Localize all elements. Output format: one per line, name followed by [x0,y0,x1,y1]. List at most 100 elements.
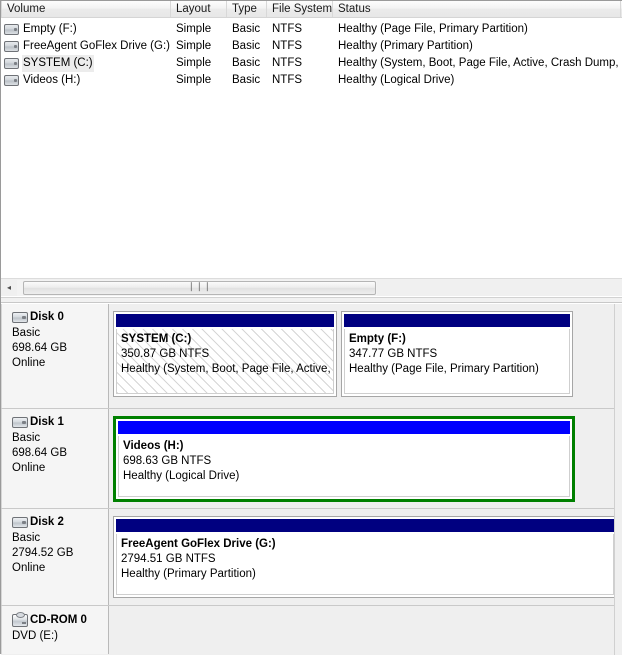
partition-details: Empty (F:) 347.77 GB NTFS Healthy (Page … [344,329,570,394]
partition-color-bar [116,519,614,532]
volume-label: SYSTEM (C:) [22,55,94,72]
layout-cell: Simple [176,40,212,52]
column-header-volume[interactable]: Volume [1,1,171,17]
partition-empty-f[interactable]: Empty (F:) 347.77 GB NTFS Healthy (Page … [341,311,573,397]
status-cell: Healthy (Page File, Primary Partition) [338,23,528,35]
table-row[interactable]: Videos (H:) Simple Basic NTFS Healthy (L… [1,72,622,89]
type-cell: Basic [232,74,261,86]
pane-splitter[interactable] [1,297,622,303]
disk-state: Online [12,357,46,369]
disk-capacity: 2794.52 GB [12,547,74,559]
disk-info-1[interactable]: Disk 1 Basic 698.64 GB Online [1,409,109,508]
type-cell: Basic [232,23,261,35]
disk-name: CD-ROM 0 [30,614,87,626]
disk-type: Basic [12,432,41,444]
disk-row-2[interactable]: Disk 2 Basic 2794.52 GB Online FreeAgent… [1,509,622,606]
disk-row-1[interactable]: Disk 1 Basic 698.64 GB Online Videos (H:… [1,409,622,509]
file-system-cell: NTFS [272,74,303,86]
disk-partitions-0: SYSTEM (C:) 350.87 GB NTFS Healthy (Syst… [109,304,622,408]
scrollbar-thumb[interactable]: ❘❘❘ [23,280,376,295]
partition-system-c[interactable]: SYSTEM (C:) 350.87 GB NTFS Healthy (Syst… [113,311,337,397]
partition-name: Videos (H:) [123,440,184,452]
volume-label: FreeAgent GoFlex Drive (G:) [23,40,170,52]
status-cell: Healthy (System, Boot, Page File, Active… [338,57,619,69]
disk-title-0: Disk 0 [12,311,108,324]
disk-icon [12,417,28,428]
volume-label: Videos (H:) [23,74,81,86]
partition-color-bar [344,314,570,327]
drive-icon [4,75,19,86]
column-header-status[interactable]: Status [333,1,621,17]
partition-status: Healthy (System, Boot, Page File, Active… [121,363,331,375]
volume-list-body: Empty (F:) Simple Basic NTFS Healthy (Pa… [1,18,622,89]
column-header-file-system[interactable]: File System [267,1,333,17]
table-row[interactable]: SYSTEM (C:) Simple Basic NTFS Healthy (S… [1,55,622,72]
extended-partition-container[interactable]: Videos (H:) 698.63 GB NTFS Healthy (Logi… [113,416,575,502]
graphical-view-right-gutter [614,304,622,655]
volume-label: Empty (F:) [23,23,77,35]
disk-capacity: 698.64 GB [12,447,67,459]
partition-size: 2794.51 GB NTFS [121,553,216,565]
drive-icon [4,58,19,69]
cdrom-icon [12,612,28,627]
column-header-type[interactable]: Type [227,1,267,17]
file-system-cell: NTFS [272,57,303,69]
column-header-layout[interactable]: Layout [171,1,227,17]
cdrom-drive-letter: DVD (E:) [12,630,58,642]
partition-size: 698.63 GB NTFS [123,455,212,467]
volume-list-pane: Volume Layout Type File System Status Em… [1,1,622,278]
graphical-view-pane: Disk 0 Basic 698.64 GB Online SYSTEM (C:… [1,304,622,655]
partition-details: FreeAgent GoFlex Drive (G:) 2794.51 GB N… [116,534,614,595]
scroll-left-arrow-icon[interactable]: ◂ [1,280,17,296]
drive-icon [4,41,19,52]
disk-title-1: Disk 1 [12,416,108,429]
layout-cell: Simple [176,23,212,35]
volume-list-horizontal-scrollbar[interactable]: ◂ ❘❘❘ [1,278,622,296]
disk-title-cdrom: CD-ROM 0 [12,612,108,627]
disk-info-cdrom[interactable]: CD-ROM 0 DVD (E:) [1,606,109,654]
volume-cell: SYSTEM (C:) [1,55,171,72]
partition-details: Videos (H:) 698.63 GB NTFS Healthy (Logi… [118,436,570,497]
partition-name: Empty (F:) [349,333,406,345]
disk-row-cdrom[interactable]: CD-ROM 0 DVD (E:) [1,606,622,654]
disk-partitions-cdrom [109,606,622,654]
table-row[interactable]: FreeAgent GoFlex Drive (G:) Simple Basic… [1,38,622,55]
disk-info-2[interactable]: Disk 2 Basic 2794.52 GB Online [1,509,109,605]
scrollbar-track[interactable]: ❘❘❘ [17,279,377,296]
type-cell: Basic [232,57,261,69]
disk-partitions-2: FreeAgent GoFlex Drive (G:) 2794.51 GB N… [109,509,622,605]
disk-row-0[interactable]: Disk 0 Basic 698.64 GB Online SYSTEM (C:… [1,304,622,409]
disk-capacity: 698.64 GB [12,342,67,354]
disk-partitions-1: Videos (H:) 698.63 GB NTFS Healthy (Logi… [109,409,622,508]
partition-size: 347.77 GB NTFS [349,348,438,360]
status-cell: Healthy (Logical Drive) [338,74,455,86]
partition-status: Healthy (Page File, Primary Partition) [349,363,539,375]
partition-freeagent-g[interactable]: FreeAgent GoFlex Drive (G:) 2794.51 GB N… [113,516,617,598]
disk-state: Online [12,462,46,474]
layout-cell: Simple [176,57,212,69]
drive-icon [4,24,19,35]
disk-title-2: Disk 2 [12,516,108,529]
partition-details: SYSTEM (C:) 350.87 GB NTFS Healthy (Syst… [116,329,334,394]
disk-icon [12,312,28,323]
volume-list-header: Volume Layout Type File System Status [1,1,622,18]
partition-color-bar [118,421,570,434]
disk-icon [12,517,28,528]
scrollbar-grip-icon: ❘❘❘ [187,281,212,291]
disk-type: Basic [12,327,41,339]
disk-name: Disk 1 [30,416,64,428]
volume-cell: Videos (H:) [1,72,171,89]
partition-status: Healthy (Primary Partition) [121,568,256,580]
file-system-cell: NTFS [272,40,303,52]
disk-name: Disk 0 [30,311,64,323]
layout-cell: Simple [176,74,212,86]
type-cell: Basic [232,40,261,52]
table-row[interactable]: Empty (F:) Simple Basic NTFS Healthy (Pa… [1,21,622,38]
disk-name: Disk 2 [30,516,64,528]
partition-status: Healthy (Logical Drive) [123,470,240,482]
disk-state: Online [12,562,46,574]
partition-size: 350.87 GB NTFS [121,348,210,360]
disk-info-0[interactable]: Disk 0 Basic 698.64 GB Online [1,304,109,408]
partition-name: FreeAgent GoFlex Drive (G:) [121,538,276,550]
partition-color-bar [116,314,334,327]
